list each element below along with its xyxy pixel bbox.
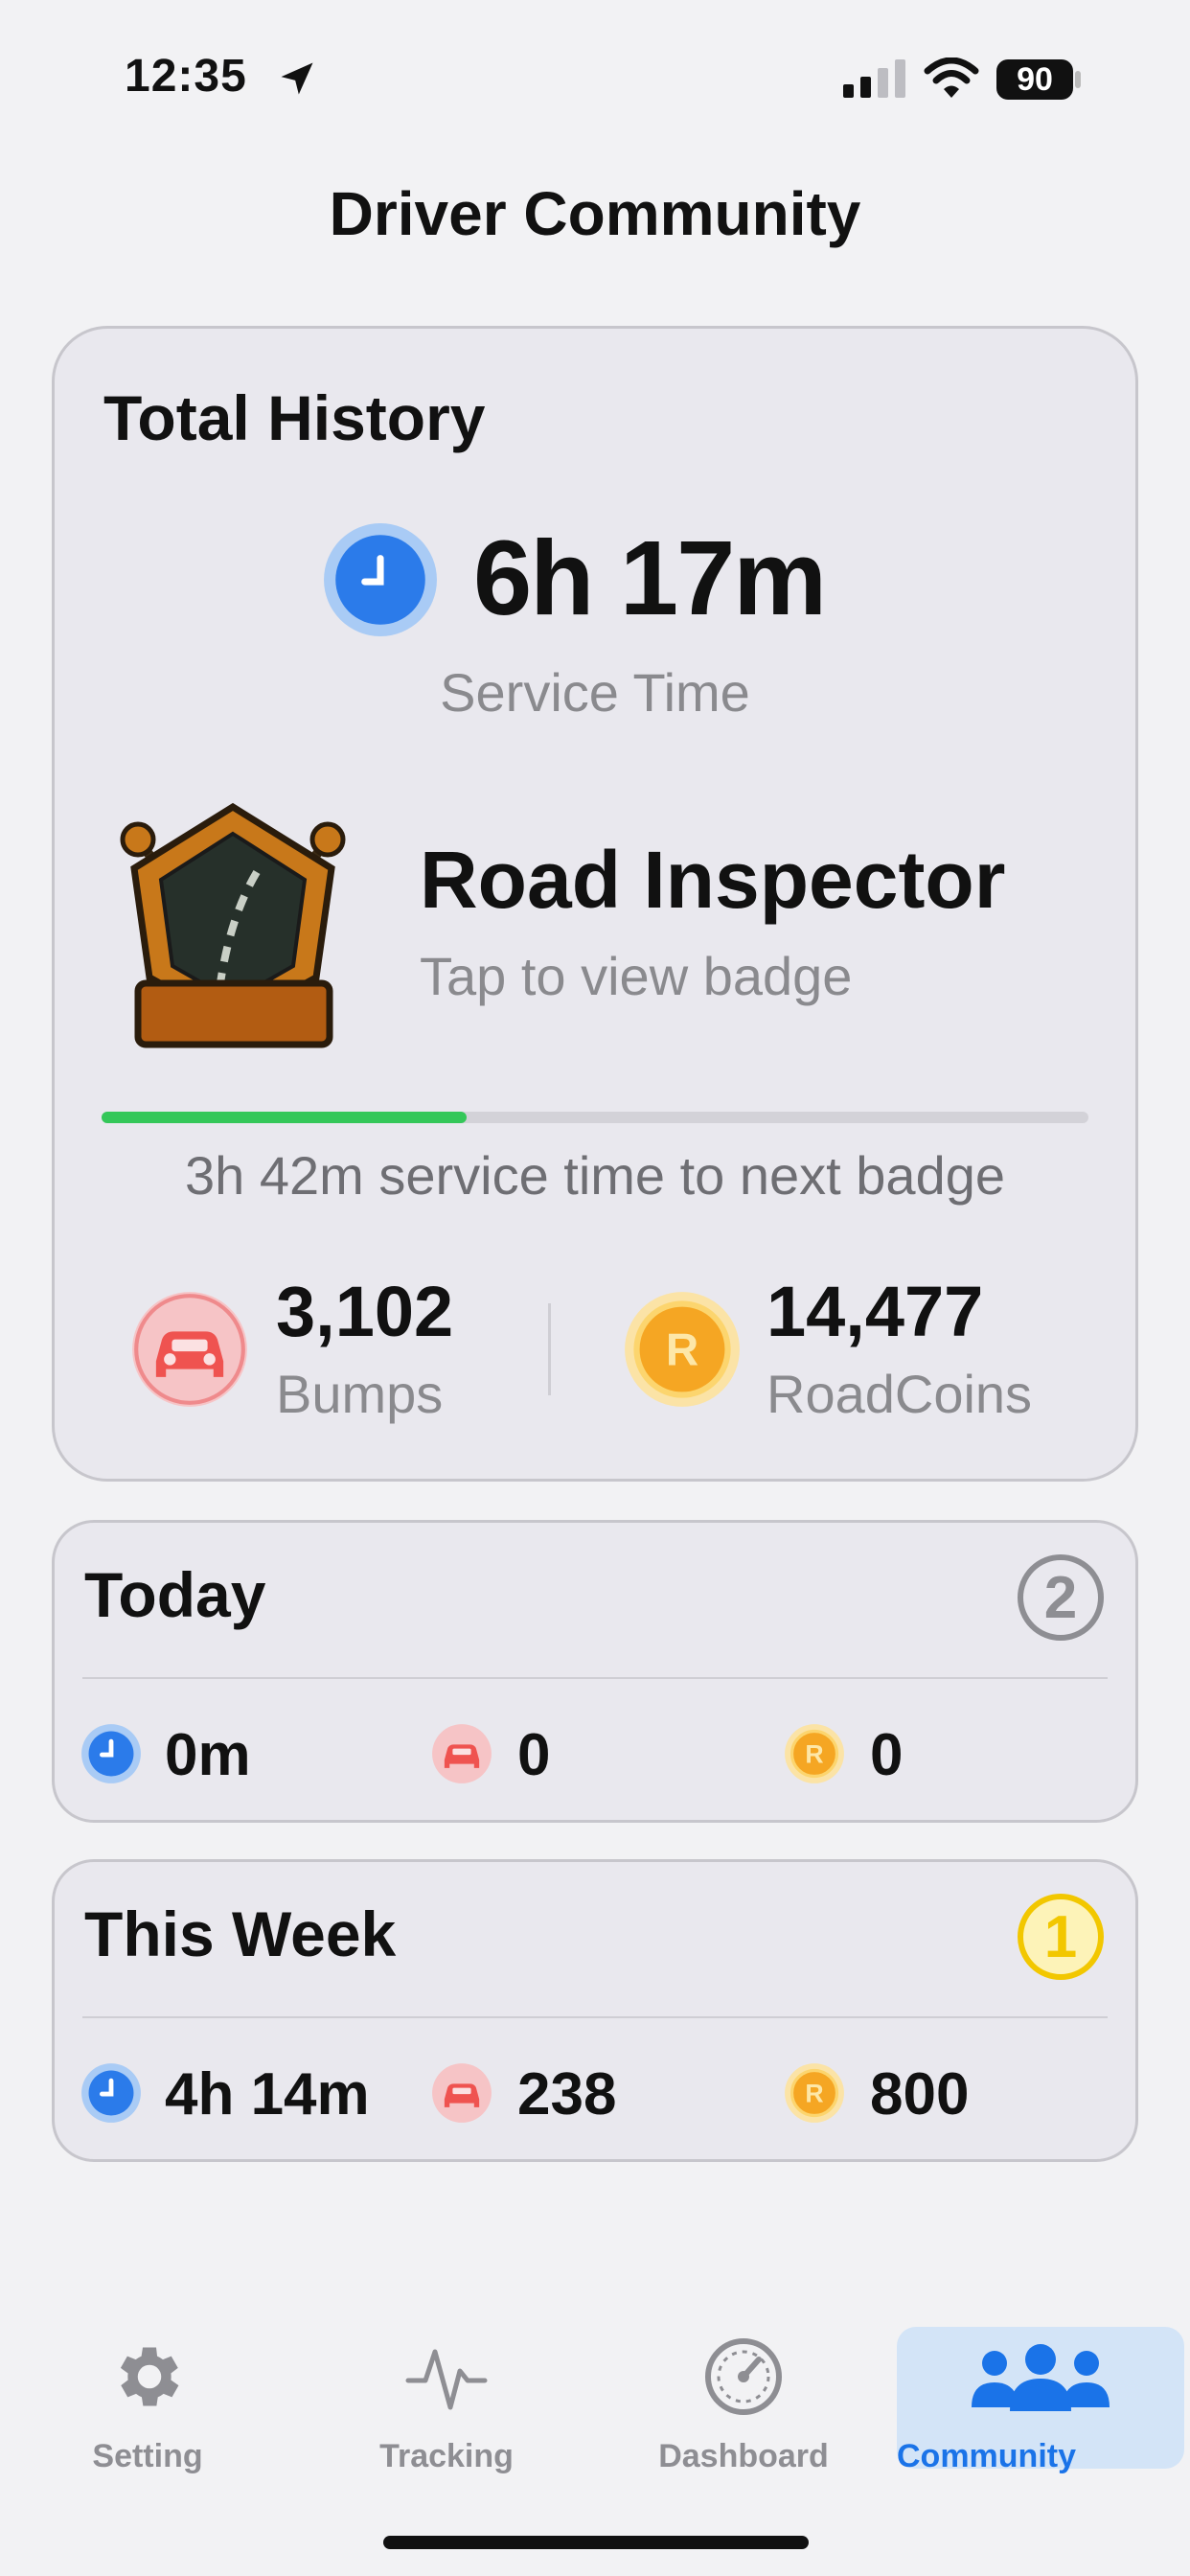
car-bump-icon <box>132 1292 247 1407</box>
this-week-divider <box>82 2016 1108 2018</box>
roadcoin-icon: R <box>625 1292 740 1407</box>
view-badge-link[interactable]: Tap to view badge <box>420 945 852 1007</box>
badge-progress-fill <box>102 1112 467 1123</box>
roadcoin-icon: R <box>785 1724 844 1783</box>
today-divider <box>82 1677 1108 1679</box>
tab-tracking-label: Tracking <box>379 2438 514 2474</box>
service-time-label: Service Time <box>440 662 750 723</box>
gear-icon <box>120 2347 179 2406</box>
this-week-bumps-value: 238 <box>517 2061 617 2128</box>
tab-tracking[interactable]: Tracking <box>303 2329 590 2474</box>
this-week-coins-value: 800 <box>870 2061 970 2128</box>
roadcoin-letter: R <box>805 1740 823 1769</box>
this-week-time-value: 4h 14m <box>165 2061 370 2128</box>
this-week-title: This Week <box>84 1898 397 1969</box>
today-time-value: 0m <box>165 1722 251 1788</box>
cellular-signal-icon <box>843 59 905 98</box>
roadcoin-icon: R <box>785 2063 844 2123</box>
total-history-title: Total History <box>103 382 486 453</box>
today-title: Today <box>84 1559 266 1630</box>
gauge-icon <box>705 2338 782 2415</box>
bumps-label: Bumps <box>276 1364 444 1424</box>
status-time: 12:35 <box>125 51 247 102</box>
tab-setting[interactable]: Setting <box>4 2329 291 2474</box>
clock-icon <box>324 523 437 636</box>
clock-icon <box>81 2063 141 2123</box>
this-week-rank-badge: 1 <box>1018 1894 1104 1980</box>
car-bump-icon <box>432 2063 492 2123</box>
clock-icon <box>81 1724 141 1783</box>
badge-progress-label: 3h 42m service time to next badge <box>184 1145 1006 1206</box>
service-time-value: 6h 17m <box>473 519 827 637</box>
stats-divider <box>548 1303 551 1395</box>
battery-indicator: 90 <box>996 59 1073 100</box>
page-title: Driver Community <box>329 179 861 248</box>
roadcoin-letter: R <box>666 1325 698 1376</box>
tab-dashboard-label: Dashboard <box>658 2438 829 2474</box>
tab-community-label: Community <box>897 2438 1076 2474</box>
today-bumps-value: 0 <box>517 1722 551 1788</box>
wifi-icon <box>924 58 979 98</box>
location-arrow-icon <box>281 62 313 95</box>
people-icon <box>972 2344 1110 2411</box>
activity-icon <box>405 2349 488 2410</box>
today-rank-badge: 2 <box>1018 1554 1104 1641</box>
home-indicator <box>383 2536 809 2549</box>
tab-dashboard[interactable]: Dashboard <box>600 2329 887 2474</box>
car-bump-icon <box>432 1724 492 1783</box>
road-inspector-badge-icon[interactable] <box>113 795 353 1054</box>
today-coins-value: 0 <box>870 1722 904 1788</box>
roadcoin-letter: R <box>805 2080 823 2108</box>
tab-community[interactable]: Community <box>897 2327 1184 2474</box>
roadcoins-label: RoadCoins <box>767 1364 1033 1424</box>
badge-name[interactable]: Road Inspector <box>420 834 1005 927</box>
bumps-value: 3,102 <box>276 1272 454 1351</box>
battery-tip <box>1075 71 1081 88</box>
tab-setting-label: Setting <box>92 2438 203 2474</box>
roadcoins-value: 14,477 <box>767 1272 984 1351</box>
